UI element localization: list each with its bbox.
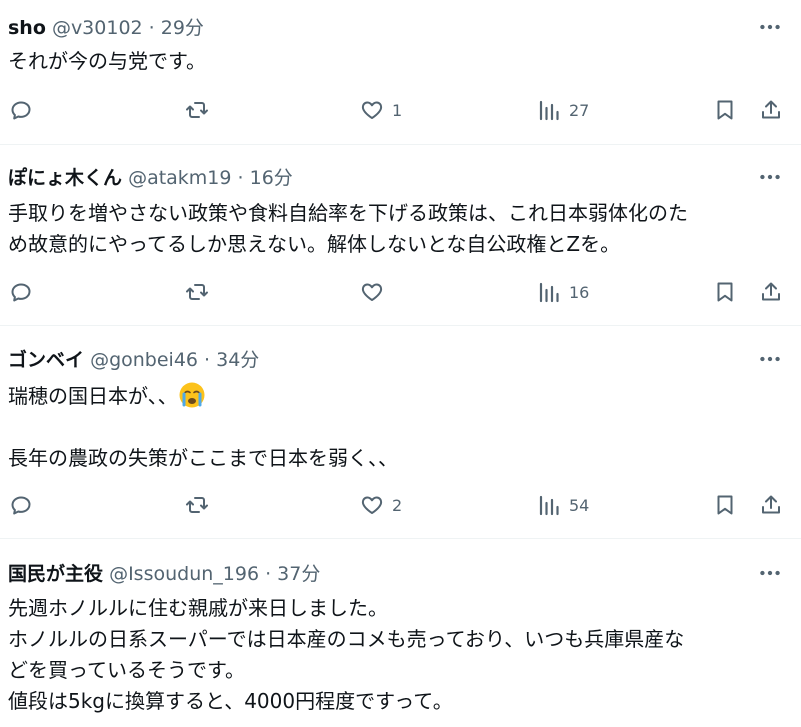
tweet-text: 先週ホノルルに住む親戚が来日しました。 ホノルルの日系スーパーでは日本産のコメも… [8, 593, 684, 717]
views-count: 16 [569, 282, 590, 302]
tweet[interactable]: sho @v30102 · 29分 それが今の与党です。 1 27 [0, 0, 801, 145]
tweet-text-line: 長年の農政の失策がここまで日本を弱く、、 [8, 446, 398, 470]
reply-button[interactable] [9, 90, 41, 130]
action-bar: 16 [0, 272, 801, 312]
handle[interactable]: @Issoudun_196 [109, 563, 259, 585]
separator: · [198, 349, 217, 371]
tweet-text-line [8, 412, 398, 443]
views-icon [539, 100, 559, 121]
separator: · [142, 17, 161, 39]
like-button[interactable]: 2 [360, 485, 402, 525]
retweet-icon [186, 284, 208, 300]
reply-button[interactable] [9, 485, 41, 525]
views-count: 27 [569, 100, 590, 120]
display-name[interactable]: ぽにょ木くん [8, 167, 122, 189]
action-bar: 1 27 [0, 90, 801, 130]
like-button[interactable]: 1 [360, 90, 402, 130]
share-button[interactable] [759, 90, 783, 130]
tweet-text-line: 手取りを増やさない政策や食料自給率を下げる政策は、これ日本弱体化のた [8, 201, 688, 225]
timestamp[interactable]: 16分 [250, 167, 293, 189]
share-icon [762, 495, 780, 514]
views-button[interactable]: 16 [537, 272, 589, 312]
tweet-text-line: 瑞穂の国日本が、、 [8, 381, 398, 412]
views-icon [539, 282, 559, 303]
more-icon[interactable] [757, 346, 783, 372]
tweet[interactable]: ぽにょ木くん @atakm19 · 16分 手取りを増やさない政策や食料自給率を… [0, 146, 801, 326]
tweet-text-line: それが今の与党です。 [8, 49, 206, 73]
retweet-button[interactable] [185, 90, 217, 130]
timestamp[interactable]: 29分 [161, 17, 204, 39]
reply-icon [11, 283, 31, 302]
bookmark-button[interactable] [713, 90, 737, 130]
timestamp[interactable]: 34分 [216, 349, 259, 371]
retweet-icon [186, 102, 208, 118]
tweet-text-line: どを買っているそうです。 [8, 658, 245, 682]
reply-icon [11, 101, 31, 120]
tweet-text-line: め故意的にやってるしか思えない。解体しないとな自公政権とZを。 [8, 232, 621, 256]
views-count: 54 [569, 495, 590, 515]
tweet-header: ゴンベイ @gonbei46 · 34分 [8, 346, 259, 374]
views-button[interactable]: 54 [537, 485, 589, 525]
bookmark-icon [717, 282, 733, 302]
retweet-button[interactable] [185, 272, 217, 312]
tweet[interactable]: ゴンベイ @gonbei46 · 34分 瑞穂の国日本が、、 長年の農政の失策が… [0, 327, 801, 539]
bookmark-icon [717, 100, 733, 120]
tweet-text-line: 値段は5kgに換算すると、4000円程度ですって。 [8, 689, 453, 713]
views-icon [539, 495, 559, 516]
reply-icon [11, 496, 31, 515]
like-icon [361, 101, 383, 119]
more-icon[interactable] [757, 164, 783, 190]
reply-button[interactable] [9, 272, 41, 312]
action-bar: 2 54 [0, 485, 801, 525]
tweet-header: ぽにょ木くん @atakm19 · 16分 [8, 164, 293, 192]
tweet-text: それが今の与党です。 [8, 46, 206, 77]
bookmark-icon [717, 495, 733, 515]
bookmark-button[interactable] [713, 272, 737, 312]
more-icon[interactable] [757, 560, 783, 586]
tweet-header: 国民が主役 @Issoudun_196 · 37分 [8, 560, 320, 588]
retweet-button[interactable] [185, 485, 217, 525]
tweet-text-line: 先週ホノルルに住む親戚が来日しました。 [8, 596, 388, 620]
tweet-text-line: ホノルルの日系スーパーでは日本産のコメも売っており、いつも兵庫県産な [8, 627, 685, 651]
tweet-text: 瑞穂の国日本が、、 長年の農政の失策がここまで日本を弱く、、 [8, 381, 398, 474]
tweet-header: sho @v30102 · 29分 [8, 14, 204, 42]
separator: · [259, 563, 278, 585]
like-button[interactable] [360, 272, 392, 312]
share-icon [762, 100, 780, 119]
handle[interactable]: @gonbei46 [90, 349, 198, 371]
tweet-text-segment: 瑞穂の国日本が、、 [8, 384, 178, 408]
share-icon [762, 282, 780, 301]
handle[interactable]: @atakm19 [128, 167, 231, 189]
display-name[interactable]: sho [8, 17, 46, 39]
share-button[interactable] [759, 485, 783, 525]
separator: · [231, 167, 250, 189]
like-count: 2 [392, 495, 403, 515]
share-button[interactable] [759, 272, 783, 312]
timestamp[interactable]: 37分 [277, 563, 320, 585]
tweet[interactable]: 国民が主役 @Issoudun_196 · 37分 先週ホノルルに住む親戚が来日… [0, 540, 801, 727]
handle[interactable]: @v30102 [52, 17, 143, 39]
like-icon [361, 496, 383, 514]
like-icon [361, 283, 383, 301]
display-name[interactable]: 国民が主役 [8, 563, 103, 585]
views-button[interactable]: 27 [537, 90, 589, 130]
retweet-icon [186, 497, 208, 513]
like-count: 1 [392, 100, 403, 120]
display-name[interactable]: ゴンベイ [8, 349, 84, 371]
bookmark-button[interactable] [713, 485, 737, 525]
more-icon[interactable] [757, 14, 783, 40]
tweet-text: 手取りを増やさない政策や食料自給率を下げる政策は、これ日本弱体化のた め故意的に… [8, 198, 688, 260]
crying-face-emoji [179, 382, 205, 408]
